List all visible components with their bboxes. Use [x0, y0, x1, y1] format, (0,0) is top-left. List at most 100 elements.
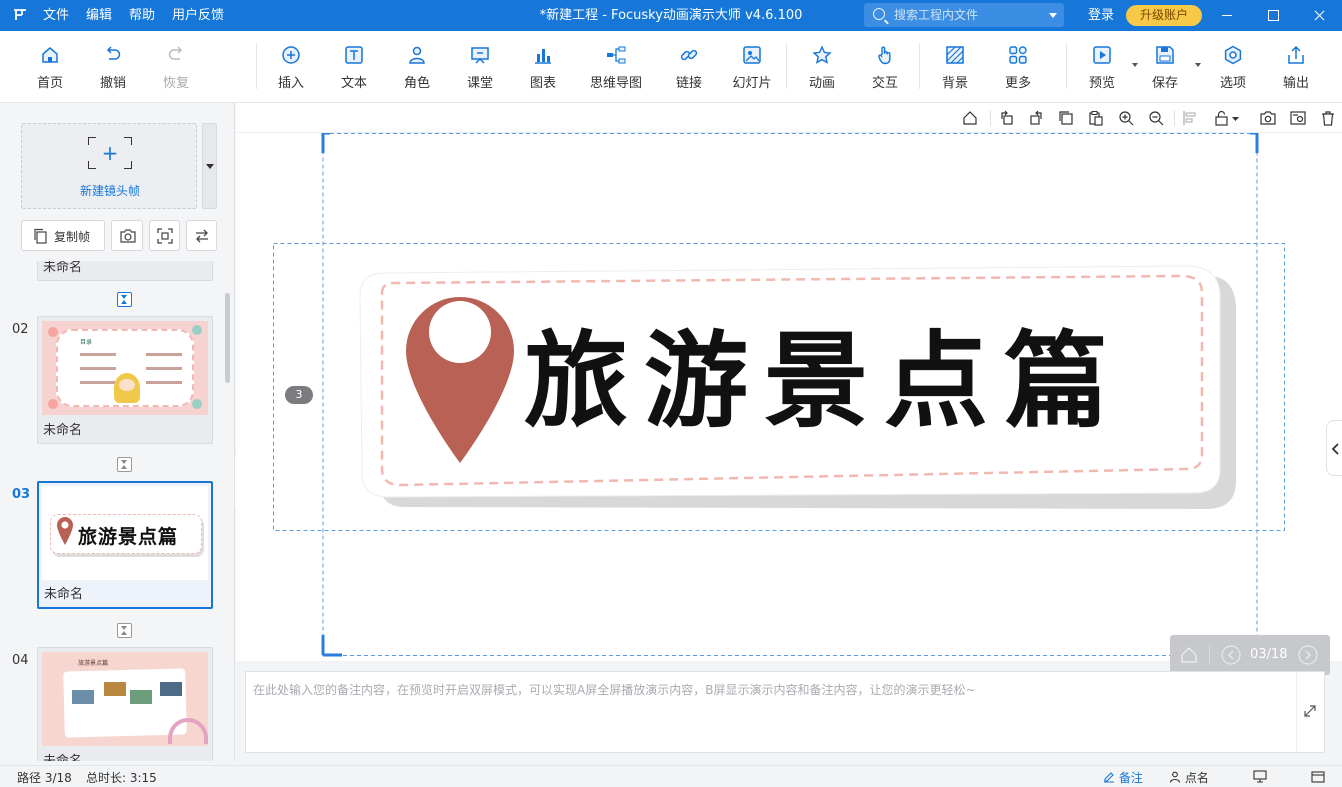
rollcall-label: 点名 — [1184, 771, 1209, 785]
toolbar-home-button[interactable]: 首页 — [22, 45, 78, 93]
toolbar-divider — [1066, 43, 1067, 89]
copy-frame-button[interactable]: 复制帧 — [21, 220, 105, 251]
menu-file[interactable]: 文件 — [43, 0, 69, 31]
toolbar-more-button[interactable]: 更多 — [990, 45, 1046, 93]
paste-icon[interactable] — [1088, 110, 1104, 126]
trash-icon[interactable] — [1320, 110, 1336, 126]
canvas-area[interactable]: 旅游景点篇 3 03/18 — [236, 103, 1342, 675]
slide-navigator: 03/18 — [1170, 635, 1330, 675]
collapse-right-panel-button[interactable] — [1326, 420, 1342, 476]
maximize-button[interactable] — [1250, 0, 1296, 31]
toolbar-animation-button[interactable]: 动画 — [794, 45, 850, 93]
toolbar-export-button[interactable]: 输出 — [1268, 45, 1324, 93]
toolbar-chart-button[interactable]: 图表 — [515, 45, 571, 93]
frame-name: 未命名 — [43, 750, 82, 761]
frame-plus-icon: + — [88, 137, 132, 169]
minimize-button[interactable] — [1204, 0, 1250, 31]
frame-list-scrollbar[interactable] — [225, 293, 230, 383]
frame-thumb-03[interactable]: 旅游景点篇 未命名 — [37, 481, 213, 609]
toolbar-background-label: 背景 — [941, 76, 968, 91]
nav-next-icon[interactable] — [1298, 645, 1318, 669]
search-box[interactable] — [864, 3, 1064, 27]
swap-frame-button[interactable] — [186, 220, 217, 251]
lock-dropdown-icon[interactable] — [1214, 110, 1242, 126]
status-bar: 路径 3/18 总时长: 3:15 备注 点名 — [0, 765, 1342, 787]
rotate-left-icon[interactable] — [999, 110, 1015, 126]
transition-icon[interactable] — [117, 457, 132, 472]
duration-status: 总时长: 3:15 — [86, 771, 157, 785]
notes-input[interactable] — [246, 672, 1296, 752]
window-icon[interactable] — [1311, 770, 1325, 786]
toolbar-interaction-button[interactable]: 交互 — [857, 45, 913, 93]
screenshot-icon[interactable] — [1260, 110, 1276, 126]
toolbar-background-button[interactable]: 背景 — [927, 45, 983, 93]
toolbar-character-button[interactable]: 角色 — [389, 45, 445, 93]
zoom-out-icon[interactable] — [1148, 110, 1164, 126]
toolbar-save-label: 保存 — [1151, 76, 1178, 91]
toolbar-options-button[interactable]: 选项 — [1205, 45, 1261, 93]
snapshot-frame-button[interactable] — [111, 220, 143, 251]
toolbar-insert-button[interactable]: 插入 — [263, 45, 319, 93]
thumb-03-image: 旅游景点篇 — [42, 486, 208, 580]
toolbar-classroom-button[interactable]: 课堂 — [452, 45, 508, 93]
frame-list[interactable]: 未命名 02 目录 未命名 03 旅游景点篇 未命名 04 旅游景点篇 — [0, 261, 234, 761]
toolbar-text-button[interactable]: 文本 — [326, 45, 382, 93]
toolbar-save-button[interactable]: 保存 — [1137, 45, 1201, 93]
menu-edit[interactable]: 编辑 — [86, 0, 112, 31]
zoom-in-icon[interactable] — [1118, 110, 1134, 126]
transition-icon[interactable] — [117, 292, 132, 307]
frame-thumb-04[interactable]: 旅游景点篇 未命名 — [37, 647, 213, 761]
frame-panel: + 新建镜头帧 复制帧 未命名 02 目录 未命名 03 旅游景点篇 未命名 0… — [0, 103, 235, 761]
slide-title[interactable]: 旅游景点篇 — [524, 321, 1124, 441]
toolbar-options-label: 选项 — [1219, 76, 1246, 91]
align-icon[interactable] — [1182, 110, 1198, 126]
fit-frame-button[interactable] — [149, 220, 180, 251]
menu-feedback[interactable]: 用户反馈 — [172, 0, 224, 31]
new-frame-dropdown[interactable] — [202, 123, 217, 209]
slide-icon — [742, 45, 762, 65]
character-icon — [407, 45, 427, 65]
screen-icon[interactable] — [1253, 770, 1267, 786]
divider — [990, 110, 991, 126]
slide-stage[interactable]: 旅游景点篇 3 03/18 — [236, 133, 1342, 675]
notes-toggle-button[interactable]: 备注 — [1103, 769, 1143, 786]
nav-prev-icon[interactable] — [1221, 645, 1241, 669]
toolbar-insert-label: 插入 — [277, 76, 304, 91]
save-dropdown-icon[interactable] — [1195, 63, 1201, 67]
copy-frame-label: 复制帧 — [54, 230, 91, 244]
toolbar-slideshow-button[interactable]: 幻灯片 — [724, 45, 780, 93]
chart-icon — [533, 45, 553, 65]
path-number-badge[interactable]: 3 — [285, 386, 313, 404]
nav-home-icon[interactable] — [1179, 645, 1199, 669]
copy-icon[interactable] — [1058, 110, 1074, 126]
rollcall-button[interactable]: 点名 — [1169, 769, 1209, 786]
toolbar-redo-button[interactable]: 恢复 — [148, 45, 204, 93]
search-input[interactable] — [894, 5, 1044, 25]
redo-icon — [166, 45, 186, 65]
upgrade-button[interactable]: 升级账户 — [1126, 5, 1202, 26]
main-toolbar: 首页 撤销 恢复 插入 文本 角色 课堂 图表 思维导图 链接 幻灯片 动画 交… — [0, 31, 1342, 103]
frame-thumb-01[interactable]: 未命名 — [37, 261, 213, 281]
toolbar-mindmap-button[interactable]: 思维导图 — [578, 45, 654, 93]
transition-icon[interactable] — [117, 623, 132, 638]
rotate-right-icon[interactable] — [1028, 110, 1044, 126]
toolbar-slideshow-label: 幻灯片 — [732, 76, 772, 91]
frame-settings-icon[interactable] — [1290, 110, 1306, 126]
search-dropdown-icon[interactable] — [1049, 13, 1057, 18]
toolbar-link-button[interactable]: 链接 — [661, 45, 717, 93]
frame-thumb-02[interactable]: 目录 未命名 — [37, 316, 213, 444]
menu-help[interactable]: 帮助 — [129, 0, 155, 31]
toolbar-divider — [919, 43, 920, 89]
new-frame-button[interactable]: + 新建镜头帧 — [21, 123, 197, 209]
notes-panel — [245, 671, 1325, 753]
frame-name: 未命名 — [43, 423, 83, 438]
login-link[interactable]: 登录 — [1088, 0, 1114, 31]
toolbar-preview-button[interactable]: 预览 — [1074, 45, 1138, 93]
home-view-icon[interactable] — [962, 110, 978, 126]
toolbar-undo-button[interactable]: 撤销 — [85, 45, 141, 93]
toolbar-text-label: 文本 — [340, 76, 367, 91]
thumb-02-image: 目录 — [42, 321, 208, 415]
thumb-04-image: 旅游景点篇 — [42, 652, 208, 746]
notes-expand-button[interactable] — [1296, 672, 1324, 752]
close-button[interactable] — [1296, 0, 1342, 31]
